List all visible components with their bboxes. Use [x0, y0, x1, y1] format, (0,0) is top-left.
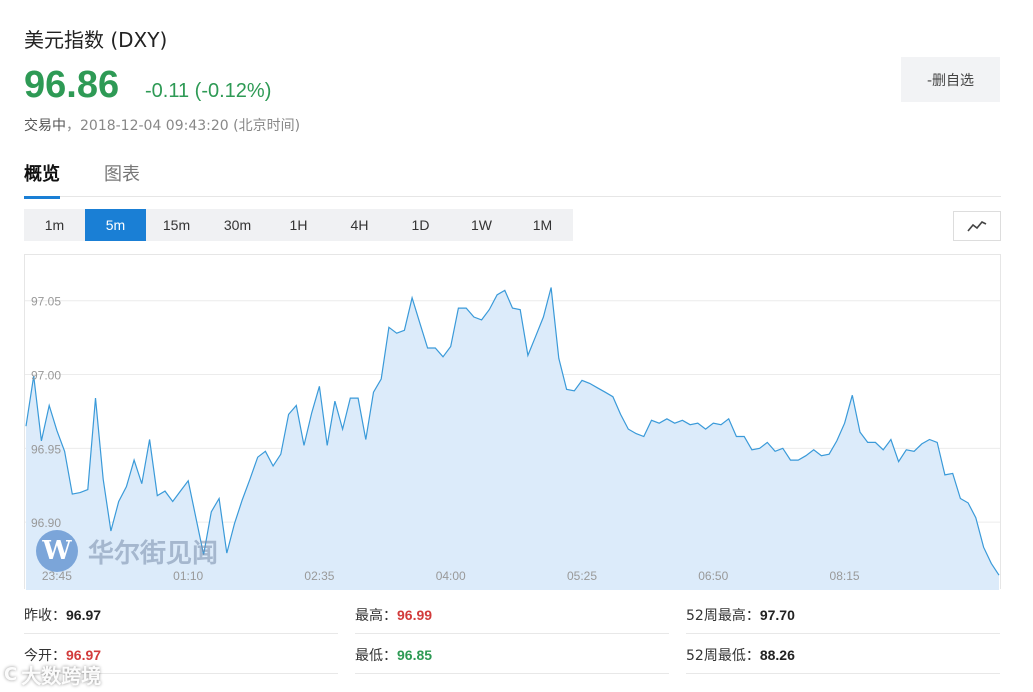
- status-separator: ，: [66, 118, 80, 134]
- x-tick-label: 02:35: [304, 569, 334, 583]
- period-1mo[interactable]: 1M: [512, 209, 573, 241]
- x-tick-label: 06:50: [698, 569, 728, 583]
- y-tick-label: 97.05: [31, 295, 61, 309]
- stat-52w-low: 52周最低：88.26: [686, 637, 1000, 674]
- stat-value: 96.99: [397, 607, 433, 623]
- stat-label: 昨收：: [24, 608, 66, 624]
- watermark: W 华尔街见闻: [36, 530, 218, 572]
- tab-bar: 概览 图表: [24, 160, 1001, 199]
- y-tick-label: 96.90: [31, 516, 61, 530]
- current-price: 96.86: [24, 64, 120, 106]
- period-1d[interactable]: 1D: [390, 209, 451, 241]
- watermark-text: 华尔街见闻: [88, 538, 219, 569]
- period-15m[interactable]: 15m: [146, 209, 207, 241]
- timezone: (北京时间): [233, 118, 301, 134]
- chart-type-button[interactable]: [953, 211, 1001, 241]
- y-tick-label: 96.95: [31, 442, 61, 456]
- tab-overview[interactable]: 概览: [24, 160, 60, 199]
- stat-value: 88.26: [759, 647, 795, 663]
- stat-value: 96.85: [397, 647, 433, 663]
- source-text: 大数跨境: [21, 664, 102, 688]
- source-logo-icon: C: [4, 664, 18, 685]
- period-1h[interactable]: 1H: [268, 209, 329, 241]
- stat-label: 最低：: [355, 648, 397, 664]
- stat-prev-close: 昨收：96.97: [24, 597, 338, 634]
- stat-value: 97.70: [759, 607, 795, 623]
- stat-value: 96.97: [66, 607, 102, 623]
- period-4h[interactable]: 4H: [329, 209, 390, 241]
- trade-status: 交易中，2018-12-04 09:43:20 (北京时间): [24, 115, 300, 135]
- x-tick-label: 04:00: [436, 569, 466, 583]
- timestamp: 2018-12-04 09:43:20: [80, 118, 229, 134]
- tab-chart[interactable]: 图表: [104, 160, 140, 196]
- watermark-logo-icon: W: [36, 530, 78, 572]
- stat-52w-high: 52周最高：97.70: [686, 597, 1000, 634]
- source-watermark: C 大数跨境: [4, 660, 101, 689]
- x-tick-label: 05:25: [567, 569, 597, 583]
- period-5m[interactable]: 5m: [85, 209, 146, 241]
- period-30m[interactable]: 30m: [207, 209, 268, 241]
- period-1m[interactable]: 1m: [24, 209, 85, 241]
- y-tick-label: 97.00: [31, 369, 61, 383]
- remove-watchlist-button[interactable]: -删自选: [901, 57, 1000, 102]
- trading-state: 交易中: [24, 118, 66, 134]
- stat-label: 52周最低：: [686, 648, 760, 664]
- x-tick-label: 08:15: [830, 569, 860, 583]
- price-change: -0.11 (-0.12%): [145, 80, 272, 102]
- line-chart-icon: [967, 221, 987, 232]
- stat-label: 最高：: [355, 608, 397, 624]
- stat-high: 最高：96.99: [355, 597, 669, 634]
- stat-label: 52周最高：: [686, 608, 760, 624]
- stat-low: 最低：96.85: [355, 637, 669, 674]
- period-selector: 1m 5m 15m 30m 1H 4H 1D 1W 1M: [24, 209, 573, 241]
- period-1w[interactable]: 1W: [451, 209, 512, 241]
- page-title: 美元指数 (DXY): [24, 28, 168, 52]
